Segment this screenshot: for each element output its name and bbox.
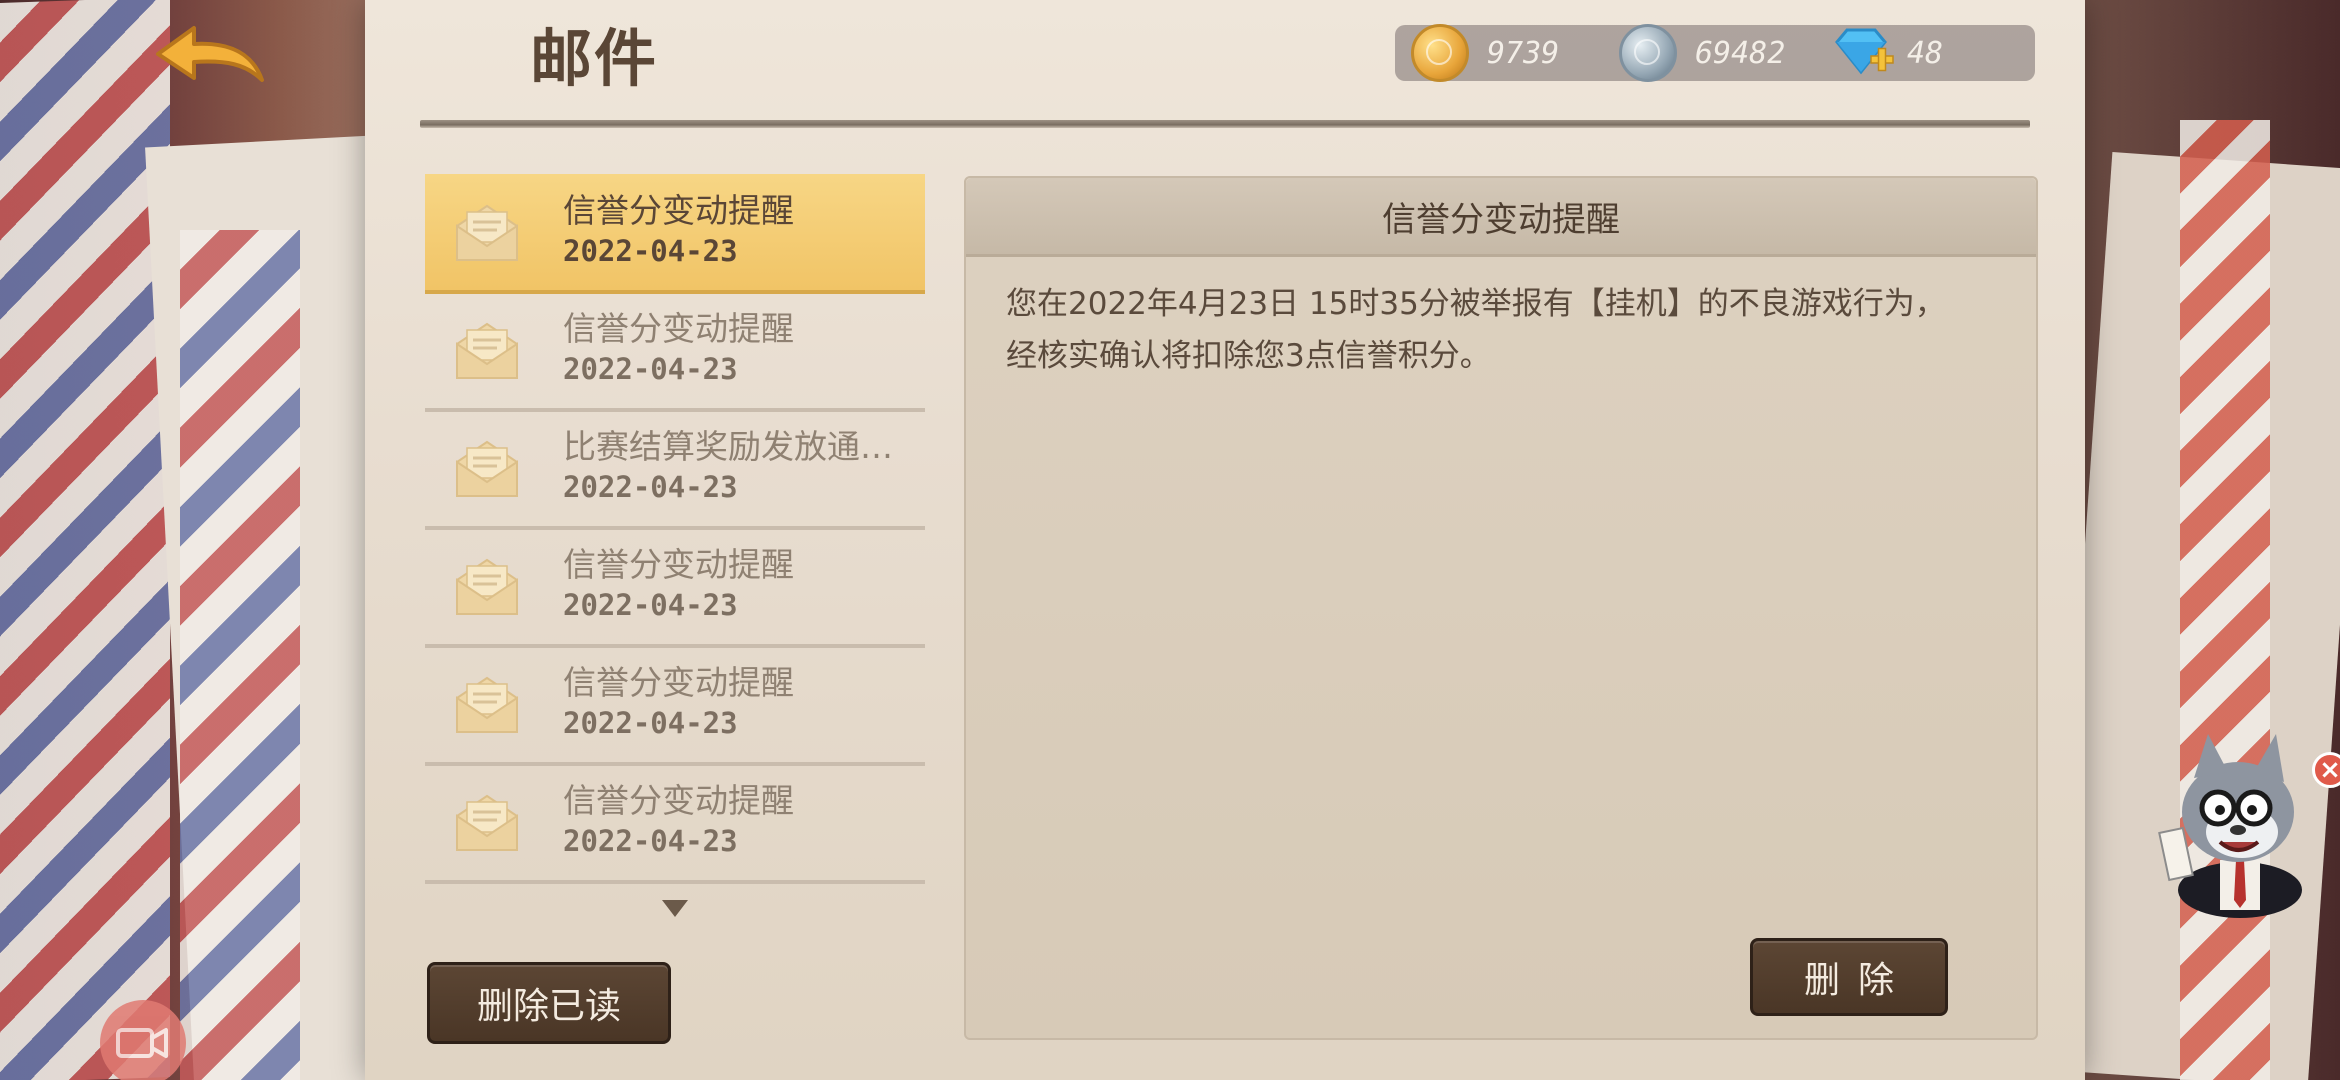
mail-body-line: 经核实确认将扣除您3点信誉积分。: [1006, 338, 1491, 374]
cat-mascot-icon: [2158, 734, 2302, 918]
mail-list-item[interactable]: 比赛结算奖励发放通… 2022-04-23: [425, 410, 925, 530]
envelope-icon: [456, 558, 518, 615]
close-icon[interactable]: ×: [2312, 752, 2340, 788]
mail-body-line: 您在2022年4月23日 15时35分被举报有【挂机】的不良游戏行为，: [1006, 286, 1946, 322]
assistant-mascot[interactable]: [2150, 720, 2320, 920]
mail-date: 2022-04-23: [563, 706, 738, 740]
envelope-icon: [456, 204, 518, 261]
gold-amount: 9739: [1487, 35, 1560, 71]
mail-date: 2022-04-23: [563, 824, 738, 858]
mail-list-item[interactable]: 信誉分变动提醒 2022-04-23: [425, 292, 925, 412]
mail-detail-body: 您在2022年4月23日 15时35分被举报有【挂机】的不良游戏行为， 经核实确…: [1006, 278, 1996, 382]
mail-list-item[interactable]: 信誉分变动提醒 2022-04-23: [425, 646, 925, 766]
mail-detail-panel: 信誉分变动提醒 您在2022年4月23日 15时35分被举报有【挂机】的不良游戏…: [964, 176, 2038, 1040]
silver-amount: 69482: [1695, 35, 1786, 71]
gold-currency[interactable]: 9739: [1411, 24, 1560, 82]
back-button[interactable]: [150, 18, 270, 98]
page-title: 邮件: [530, 22, 659, 95]
scroll-down-arrow-icon[interactable]: [662, 900, 688, 917]
envelope-icon: [456, 440, 518, 497]
video-camera-icon: [116, 1028, 168, 1058]
mail-list[interactable]: 信誉分变动提醒 2022-04-23 信誉分变动提醒 2022-04-23 比赛…: [425, 174, 925, 886]
envelope-icon: [456, 794, 518, 851]
mail-title: 信誉分变动提醒: [563, 781, 794, 820]
silver-coin-icon: [1619, 24, 1677, 82]
envelope-icon: [456, 676, 518, 733]
gold-coin-icon: [1411, 24, 1469, 82]
diamond-plus-icon: [1835, 28, 1894, 75]
mail-title: 比赛结算奖励发放通…: [563, 427, 893, 466]
silver-currency[interactable]: 69482: [1619, 24, 1786, 82]
diamond-currency[interactable]: 48: [1831, 25, 1943, 81]
mail-date: 2022-04-23: [563, 352, 738, 386]
mail-date: 2022-04-23: [563, 234, 738, 268]
mail-title: 信誉分变动提醒: [563, 663, 794, 702]
mail-list-item[interactable]: 信誉分变动提醒 2022-04-23: [425, 174, 925, 294]
mail-title: 信誉分变动提醒: [563, 309, 794, 348]
mail-list-item[interactable]: 信誉分变动提醒 2022-04-23: [425, 764, 925, 884]
diamond-amount: 48: [1907, 35, 1944, 71]
delete-button[interactable]: 删除: [1750, 938, 1948, 1016]
mail-date: 2022-04-23: [563, 470, 738, 504]
background-stripe-right: [2180, 120, 2270, 1080]
background-stripe-left: [0, 0, 170, 1080]
header-divider: [420, 120, 2030, 128]
mail-date: 2022-04-23: [563, 588, 738, 622]
mail-detail-title: 信誉分变动提醒: [966, 178, 2036, 257]
back-arrow-icon: [156, 26, 264, 82]
mail-list-item[interactable]: 信誉分变动提醒 2022-04-23: [425, 528, 925, 648]
mail-title: 信誉分变动提醒: [563, 191, 794, 230]
screen-record-button[interactable]: [100, 1000, 186, 1080]
envelope-icon: [456, 322, 518, 379]
currency-bar: 9739 69482 48: [1395, 24, 2035, 82]
background-stripe-left-2: [180, 230, 300, 1080]
delete-read-button[interactable]: 删除已读: [427, 962, 671, 1044]
mail-title: 信誉分变动提醒: [563, 545, 794, 584]
